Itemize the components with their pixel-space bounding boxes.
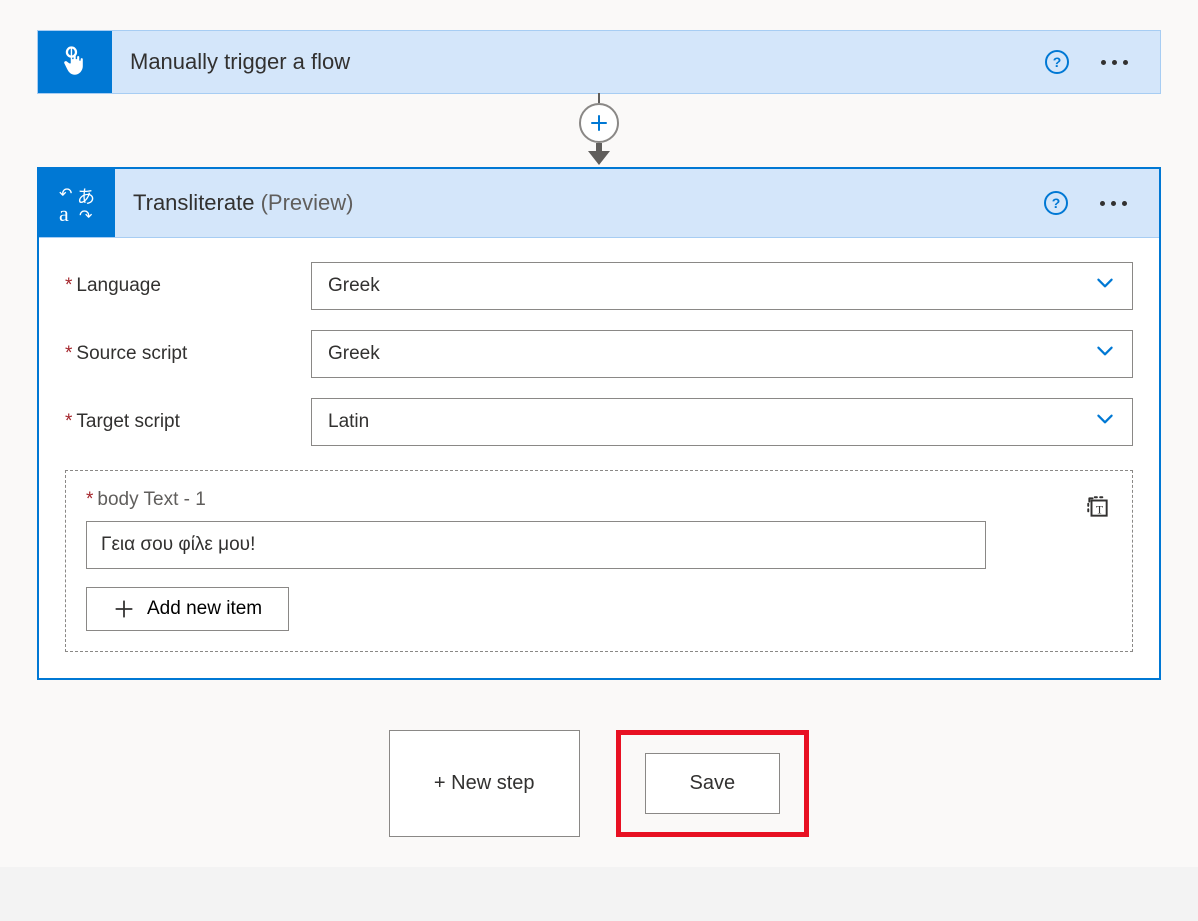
add-new-item-button[interactable]: Add new item	[86, 587, 289, 631]
save-button[interactable]: Save	[645, 753, 781, 814]
field-label: *Target script	[65, 411, 311, 433]
action-title-text: Transliterate	[133, 190, 254, 215]
save-button-highlight: Save	[616, 730, 810, 837]
add-item-label: Add new item	[147, 598, 262, 620]
add-step-between-button[interactable]	[579, 103, 619, 143]
svg-text:↷: ↷	[79, 208, 93, 225]
dynamic-content-icon[interactable]: T	[1084, 493, 1112, 521]
field-label: *Source script	[65, 343, 311, 365]
field-row-source-script: *Source script Greek	[65, 330, 1133, 378]
svg-text:T: T	[1096, 503, 1104, 517]
field-label: *Language	[65, 275, 311, 297]
chevron-down-icon	[1094, 340, 1116, 368]
new-step-button[interactable]: + New step	[389, 730, 580, 837]
target-script-dropdown[interactable]: Latin	[311, 398, 1133, 446]
dropdown-value: Latin	[328, 411, 369, 433]
field-row-target-script: *Target script Latin	[65, 398, 1133, 446]
body-text-label: *body Text - 1	[86, 489, 1112, 511]
trigger-title: Manually trigger a flow	[112, 49, 1045, 75]
designer-footer: + New step Save	[389, 680, 809, 867]
action-header[interactable]: ↶ あ a ↷ Transliterate (Preview) ?	[39, 169, 1159, 238]
svg-text:あ: あ	[77, 187, 95, 207]
body-text-input[interactable]	[86, 521, 986, 569]
action-title: Transliterate (Preview)	[115, 190, 1044, 216]
help-icon[interactable]: ?	[1044, 191, 1068, 215]
chevron-down-icon	[1094, 408, 1116, 436]
dropdown-value: Greek	[328, 343, 380, 365]
language-dropdown[interactable]: Greek	[311, 262, 1133, 310]
source-script-dropdown[interactable]: Greek	[311, 330, 1133, 378]
field-row-language: *Language Greek	[65, 262, 1133, 310]
flow-designer-canvas: Manually trigger a flow ? ↶ あ	[0, 0, 1198, 867]
body-text-group: *body Text - 1 T Add new item	[65, 470, 1133, 652]
svg-text:a: a	[59, 201, 69, 225]
more-menu-icon[interactable]	[1096, 197, 1131, 210]
chevron-down-icon	[1094, 272, 1116, 300]
action-card-transliterate: ↶ あ a ↷ Transliterate (Preview) ?	[37, 167, 1161, 680]
dropdown-value: Greek	[328, 275, 380, 297]
manual-trigger-icon	[38, 31, 112, 93]
action-title-suffix: (Preview)	[261, 190, 354, 215]
plus-icon	[113, 598, 135, 620]
step-connector	[579, 93, 619, 165]
trigger-card[interactable]: Manually trigger a flow ?	[37, 30, 1161, 94]
help-icon[interactable]: ?	[1045, 50, 1069, 74]
translator-icon: ↶ あ a ↷	[39, 169, 115, 237]
more-menu-icon[interactable]	[1097, 56, 1132, 69]
